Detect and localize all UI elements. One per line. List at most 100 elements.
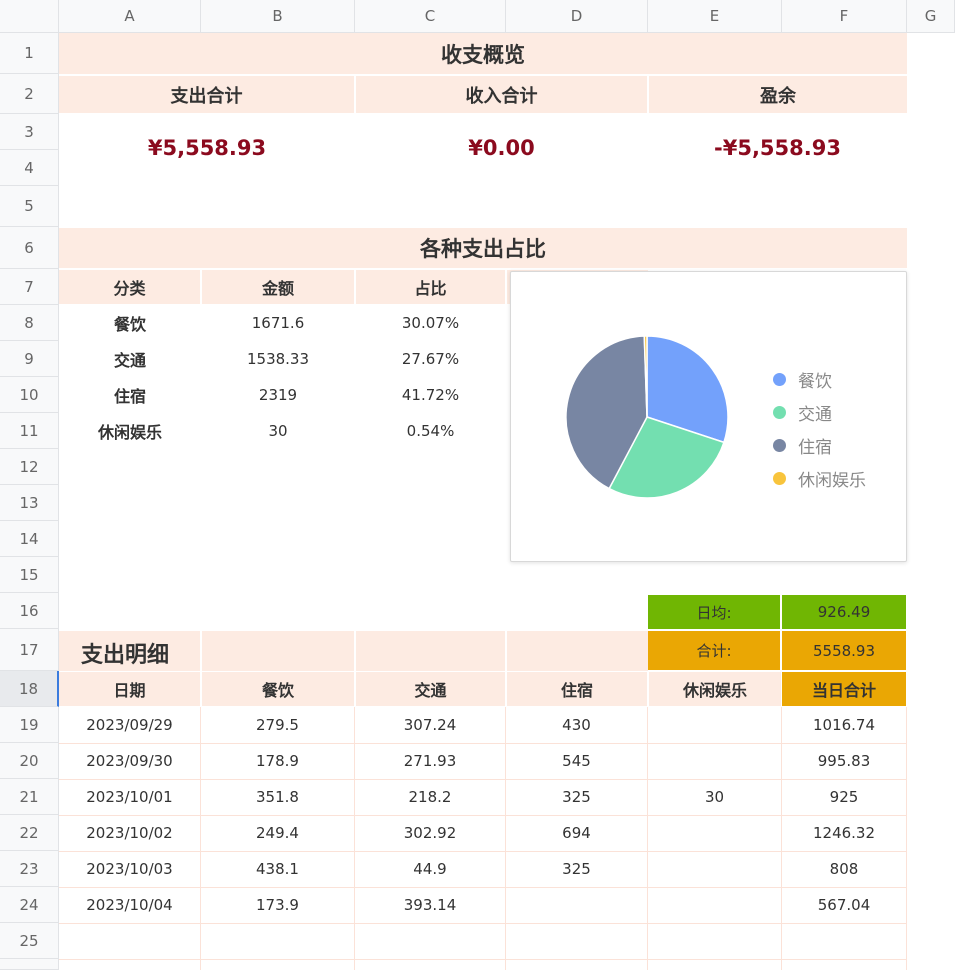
- detail-cell-daily-total[interactable]: 1246.32: [782, 815, 906, 851]
- detail-cell-dining[interactable]: 178.9: [201, 743, 354, 779]
- detail-cell-lodging[interactable]: [506, 887, 647, 923]
- detail-cell-dining[interactable]: 173.9: [201, 887, 354, 923]
- detail-cell-lodging[interactable]: 430: [506, 707, 647, 743]
- detail-cell-date[interactable]: 2023/09/29: [59, 707, 200, 743]
- detail-cell-leisure[interactable]: [648, 887, 781, 923]
- share-title[interactable]: 各种支出占比: [59, 228, 907, 268]
- detail-cell-leisure[interactable]: [648, 815, 781, 851]
- detail-header-daily-total[interactable]: 当日合计: [782, 672, 906, 706]
- share-header-category[interactable]: 分类: [59, 270, 200, 304]
- share-percent[interactable]: 0.54%: [355, 413, 506, 449]
- share-category[interactable]: 休闲娱乐: [59, 413, 201, 449]
- share-percent[interactable]: 30.07%: [355, 305, 506, 341]
- column-header-a[interactable]: A: [59, 0, 201, 33]
- daily-average-value[interactable]: 926.49: [782, 595, 906, 629]
- detail-cell-leisure[interactable]: 30: [648, 779, 781, 815]
- row-header[interactable]: 4: [0, 150, 59, 186]
- total-label[interactable]: 合计:: [648, 631, 780, 670]
- detail-cell-date[interactable]: 2023/10/04: [59, 887, 200, 923]
- share-amount[interactable]: 1671.6: [201, 305, 355, 341]
- detail-title-cell[interactable]: [356, 631, 505, 671]
- detail-header-date[interactable]: 日期: [59, 672, 200, 706]
- detail-cell-daily-total[interactable]: 995.83: [782, 743, 906, 779]
- daily-average-label[interactable]: 日均:: [648, 595, 780, 629]
- row-header[interactable]: 13: [0, 485, 59, 521]
- detail-cell-transport[interactable]: 271.93: [355, 743, 505, 779]
- detail-cell-dining[interactable]: 438.1: [201, 851, 354, 887]
- row-header[interactable]: 1: [0, 33, 59, 74]
- detail-cell-daily-total[interactable]: 808: [782, 851, 906, 887]
- overview-title[interactable]: 收支概览: [59, 33, 907, 74]
- share-percent[interactable]: 41.72%: [355, 377, 506, 413]
- row-header[interactable]: 9: [0, 341, 59, 377]
- detail-header-dining[interactable]: 餐饮: [202, 672, 354, 706]
- column-header-b[interactable]: B: [201, 0, 355, 33]
- row-header[interactable]: 3: [0, 114, 59, 150]
- row-header[interactable]: [0, 959, 59, 970]
- legend-item-dining[interactable]: 餐饮: [773, 367, 832, 392]
- legend-item-transport[interactable]: 交通: [773, 400, 832, 425]
- share-percent[interactable]: 27.67%: [355, 341, 506, 377]
- total-value[interactable]: 5558.93: [782, 631, 906, 670]
- row-header-selected[interactable]: 18: [0, 671, 59, 707]
- detail-cell-date[interactable]: 2023/10/03: [59, 851, 200, 887]
- detail-cell-transport[interactable]: 218.2: [355, 779, 505, 815]
- detail-cell-leisure[interactable]: [648, 707, 781, 743]
- detail-cell-lodging[interactable]: 325: [506, 851, 647, 887]
- row-header[interactable]: 17: [0, 629, 59, 671]
- detail-cell-lodging[interactable]: 545: [506, 743, 647, 779]
- column-header-f[interactable]: F: [782, 0, 907, 33]
- surplus-value[interactable]: -¥5,558.93: [648, 114, 907, 182]
- row-header[interactable]: 6: [0, 227, 59, 269]
- column-header-e[interactable]: E: [648, 0, 782, 33]
- detail-cell-daily-total[interactable]: 925: [782, 779, 906, 815]
- row-header[interactable]: 2: [0, 74, 59, 114]
- row-header[interactable]: 5: [0, 186, 59, 227]
- legend-item-leisure[interactable]: 休闲娱乐: [773, 466, 866, 491]
- detail-cell-transport[interactable]: 307.24: [355, 707, 505, 743]
- detail-title-cell[interactable]: [202, 631, 354, 671]
- select-all-corner[interactable]: [0, 0, 59, 33]
- legend-item-lodging[interactable]: 住宿: [773, 433, 832, 458]
- surplus-label[interactable]: 盈余: [649, 76, 907, 113]
- detail-cell-date[interactable]: 2023/10/01: [59, 779, 200, 815]
- row-header[interactable]: 20: [0, 743, 59, 779]
- share-category[interactable]: 住宿: [59, 377, 201, 413]
- detail-cell-dining[interactable]: 279.5: [201, 707, 354, 743]
- row-header[interactable]: 25: [0, 923, 59, 959]
- column-header-g[interactable]: G: [907, 0, 955, 33]
- detail-header-transport[interactable]: 交通: [356, 672, 505, 706]
- share-amount[interactable]: 1538.33: [201, 341, 355, 377]
- detail-header-leisure[interactable]: 休闲娱乐: [649, 672, 781, 706]
- share-header-amount[interactable]: 金额: [202, 270, 354, 304]
- row-header[interactable]: 21: [0, 779, 59, 815]
- row-header[interactable]: 12: [0, 449, 59, 485]
- row-header[interactable]: 15: [0, 557, 59, 593]
- detail-cell-lodging[interactable]: 325: [506, 779, 647, 815]
- detail-cell-lodging[interactable]: 694: [506, 815, 647, 851]
- detail-cell-leisure[interactable]: [648, 851, 781, 887]
- row-header[interactable]: 7: [0, 269, 59, 305]
- share-header-percent[interactable]: 占比: [356, 270, 505, 304]
- expense-total-value[interactable]: ¥5,558.93: [59, 114, 355, 182]
- detail-cell-transport[interactable]: 393.14: [355, 887, 505, 923]
- share-category[interactable]: 交通: [59, 341, 201, 377]
- income-total-label[interactable]: 收入合计: [356, 76, 647, 113]
- detail-cell-dining[interactable]: 249.4: [201, 815, 354, 851]
- row-header[interactable]: 22: [0, 815, 59, 851]
- share-category[interactable]: 餐饮: [59, 305, 201, 341]
- income-total-value[interactable]: ¥0.00: [355, 114, 648, 182]
- detail-header-lodging[interactable]: 住宿: [507, 672, 647, 706]
- row-header[interactable]: 23: [0, 851, 59, 887]
- row-header[interactable]: 24: [0, 887, 59, 923]
- expense-total-label[interactable]: 支出合计: [59, 76, 354, 113]
- column-header-d[interactable]: D: [506, 0, 648, 33]
- row-header[interactable]: 19: [0, 707, 59, 743]
- share-amount[interactable]: 2319: [201, 377, 355, 413]
- detail-cell-daily-total[interactable]: 567.04: [782, 887, 906, 923]
- share-amount[interactable]: 30: [201, 413, 355, 449]
- detail-cell-daily-total[interactable]: 1016.74: [782, 707, 906, 743]
- detail-cell-leisure[interactable]: [648, 743, 781, 779]
- pie-chart-card[interactable]: 餐饮 交通 住宿 休闲娱乐: [510, 271, 907, 562]
- detail-cell-transport[interactable]: 44.9: [355, 851, 505, 887]
